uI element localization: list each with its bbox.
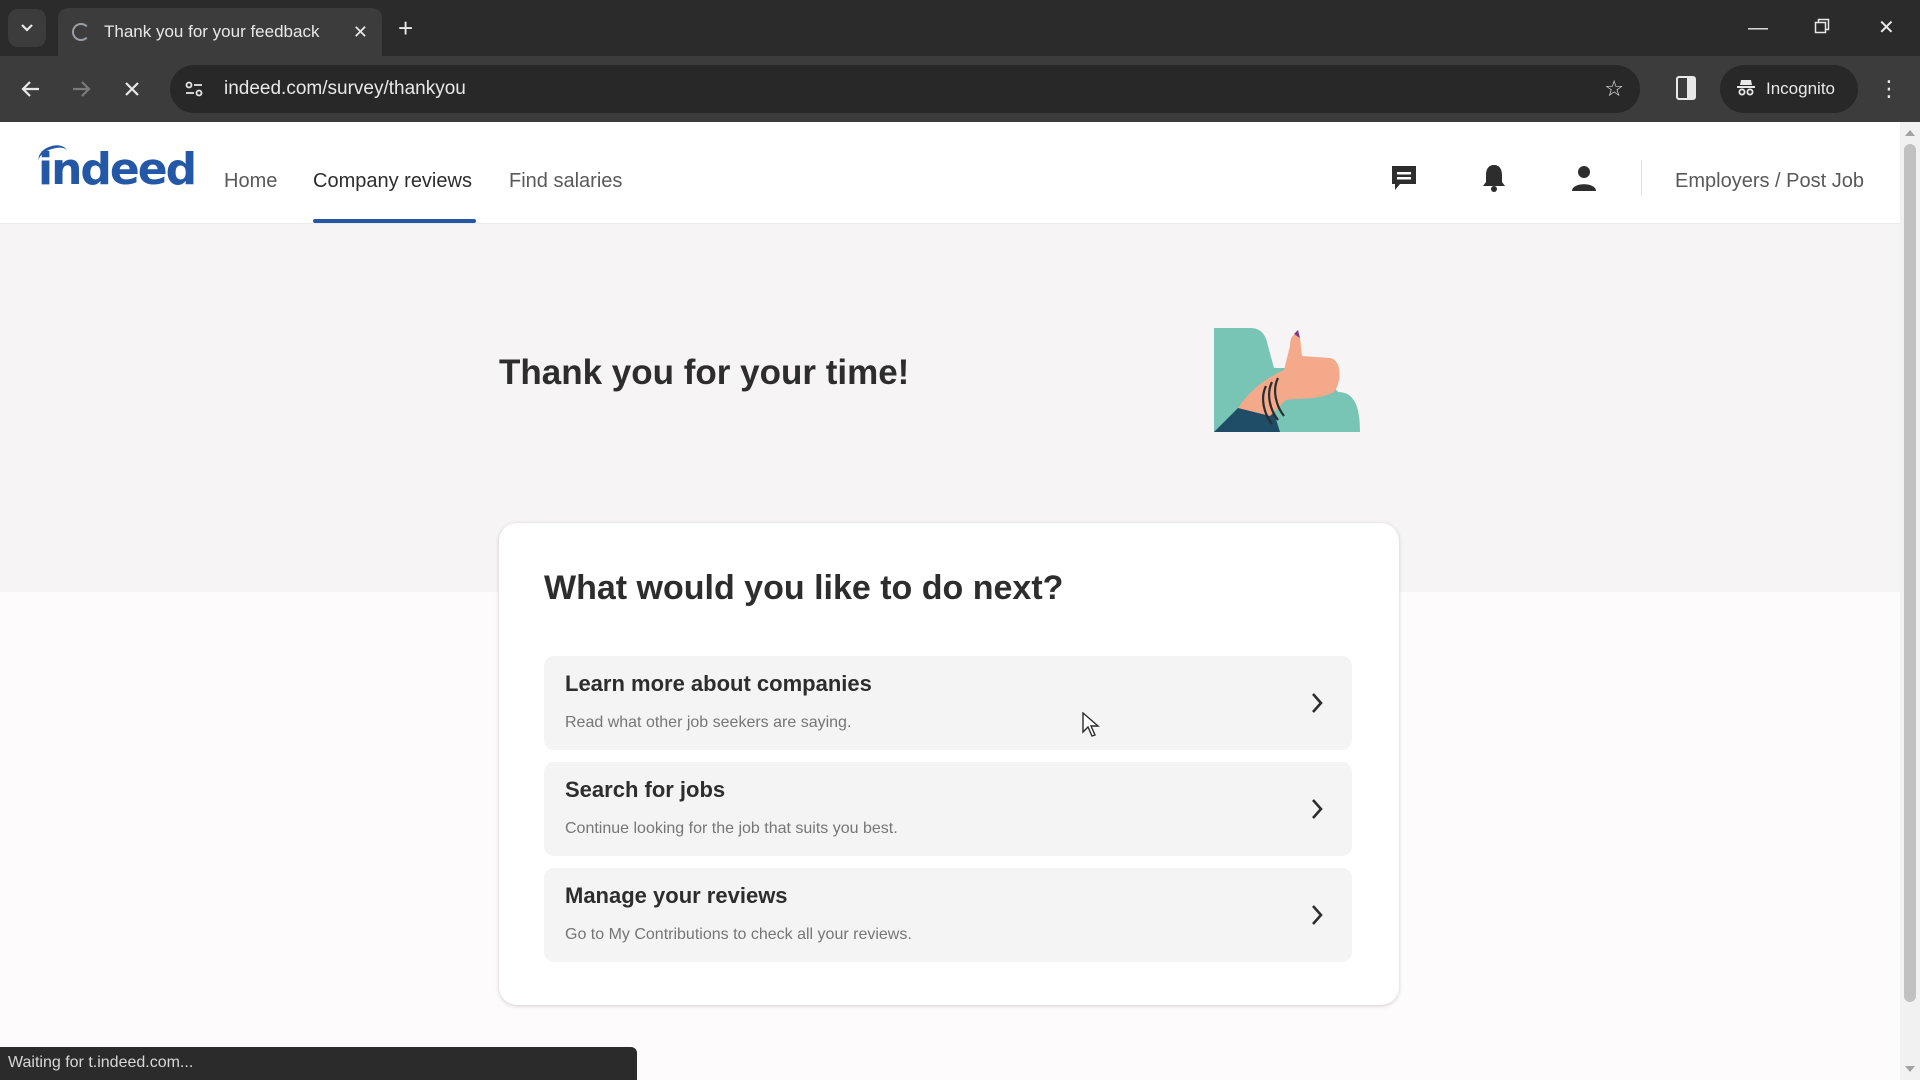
restore-icon bbox=[1814, 18, 1830, 34]
option-description: Read what other job seekers are saying. bbox=[565, 714, 852, 731]
close-window-button[interactable]: ✕ bbox=[1878, 12, 1895, 44]
forward-button[interactable] bbox=[63, 71, 99, 107]
arrow-right-icon bbox=[73, 81, 91, 97]
browser-status-bar: Waiting for t.indeed.com... bbox=[0, 1047, 637, 1080]
nav-company-reviews[interactable]: Company reviews bbox=[313, 170, 472, 193]
page-title: Thank you for your time! bbox=[499, 353, 910, 392]
chevron-right-icon bbox=[1312, 693, 1323, 713]
browser-tab-bar: Thank you for your feedback ✕ + — ✕ bbox=[0, 0, 1920, 56]
messages-icon[interactable] bbox=[1388, 162, 1420, 194]
stop-icon bbox=[125, 82, 139, 96]
chevron-down-icon bbox=[21, 24, 33, 32]
chevron-right-icon bbox=[1312, 905, 1323, 925]
active-nav-indicator bbox=[313, 219, 476, 223]
scrollbar-thumb[interactable] bbox=[1904, 144, 1916, 1002]
minimize-button[interactable]: — bbox=[1748, 12, 1768, 44]
page-scrollbar[interactable] bbox=[1900, 122, 1920, 1080]
chevron-right-icon bbox=[1312, 799, 1323, 819]
option-search-for-jobs[interactable]: Search for jobs Continue looking for the… bbox=[544, 762, 1352, 856]
header-divider bbox=[1641, 160, 1642, 196]
browser-toolbar: indeed.com/survey/thankyou ☆ Incognito ⋮ bbox=[0, 56, 1920, 122]
arrow-left-icon bbox=[21, 81, 39, 97]
browser-menu-icon[interactable]: ⋮ bbox=[1878, 72, 1900, 106]
close-tab-icon[interactable]: ✕ bbox=[353, 22, 368, 43]
url-text[interactable]: indeed.com/survey/thankyou bbox=[224, 78, 1604, 100]
site-info-icon[interactable] bbox=[174, 69, 214, 109]
loading-spinner-icon bbox=[72, 23, 90, 41]
address-bar[interactable]: indeed.com/survey/thankyou ☆ bbox=[170, 65, 1640, 113]
bookmark-star-icon[interactable]: ☆ bbox=[1604, 76, 1624, 102]
option-title: Learn more about companies bbox=[565, 671, 872, 696]
thumbs-up-illustration bbox=[1214, 328, 1360, 432]
incognito-indicator[interactable]: Incognito bbox=[1720, 65, 1858, 113]
option-learn-about-companies[interactable]: Learn more about companies Read what oth… bbox=[544, 656, 1352, 750]
tab-title: Thank you for your feedback bbox=[104, 22, 320, 41]
option-title: Search for jobs bbox=[565, 777, 726, 802]
site-header: indeed Home Company reviews Find salarie… bbox=[0, 122, 1900, 224]
browser-tab-active[interactable]: Thank you for your feedback ✕ bbox=[58, 8, 382, 56]
incognito-icon bbox=[1736, 77, 1756, 102]
nav-home[interactable]: Home bbox=[224, 170, 277, 193]
next-steps-title: What would you like to do next? bbox=[544, 569, 1064, 607]
nav-find-salaries[interactable]: Find salaries bbox=[509, 170, 622, 193]
indeed-logo[interactable]: indeed bbox=[38, 144, 197, 195]
scroll-up-arrow-icon[interactable] bbox=[1905, 130, 1915, 136]
stop-loading-button[interactable] bbox=[114, 71, 150, 107]
account-icon[interactable] bbox=[1568, 162, 1600, 194]
notifications-bell-icon[interactable] bbox=[1478, 162, 1510, 194]
employers-post-job-link[interactable]: Employers / Post Job bbox=[1675, 170, 1864, 193]
scroll-down-arrow-icon[interactable] bbox=[1905, 1066, 1915, 1072]
mouse-cursor-icon bbox=[1082, 712, 1100, 737]
option-manage-your-reviews[interactable]: Manage your reviews Go to My Contributio… bbox=[544, 868, 1352, 962]
back-button[interactable] bbox=[13, 71, 49, 107]
side-panel-icon[interactable] bbox=[1676, 76, 1696, 100]
option-description: Continue looking for the job that suits … bbox=[565, 820, 898, 837]
tab-search-button[interactable] bbox=[8, 9, 46, 47]
new-tab-button[interactable]: + bbox=[398, 12, 413, 44]
next-steps-card: What would you like to do next? Learn mo… bbox=[499, 523, 1399, 1005]
incognito-label: Incognito bbox=[1766, 79, 1835, 98]
option-title: Manage your reviews bbox=[565, 883, 788, 908]
option-description: Go to My Contributions to check all your… bbox=[565, 926, 912, 943]
restore-button[interactable] bbox=[1814, 12, 1830, 44]
